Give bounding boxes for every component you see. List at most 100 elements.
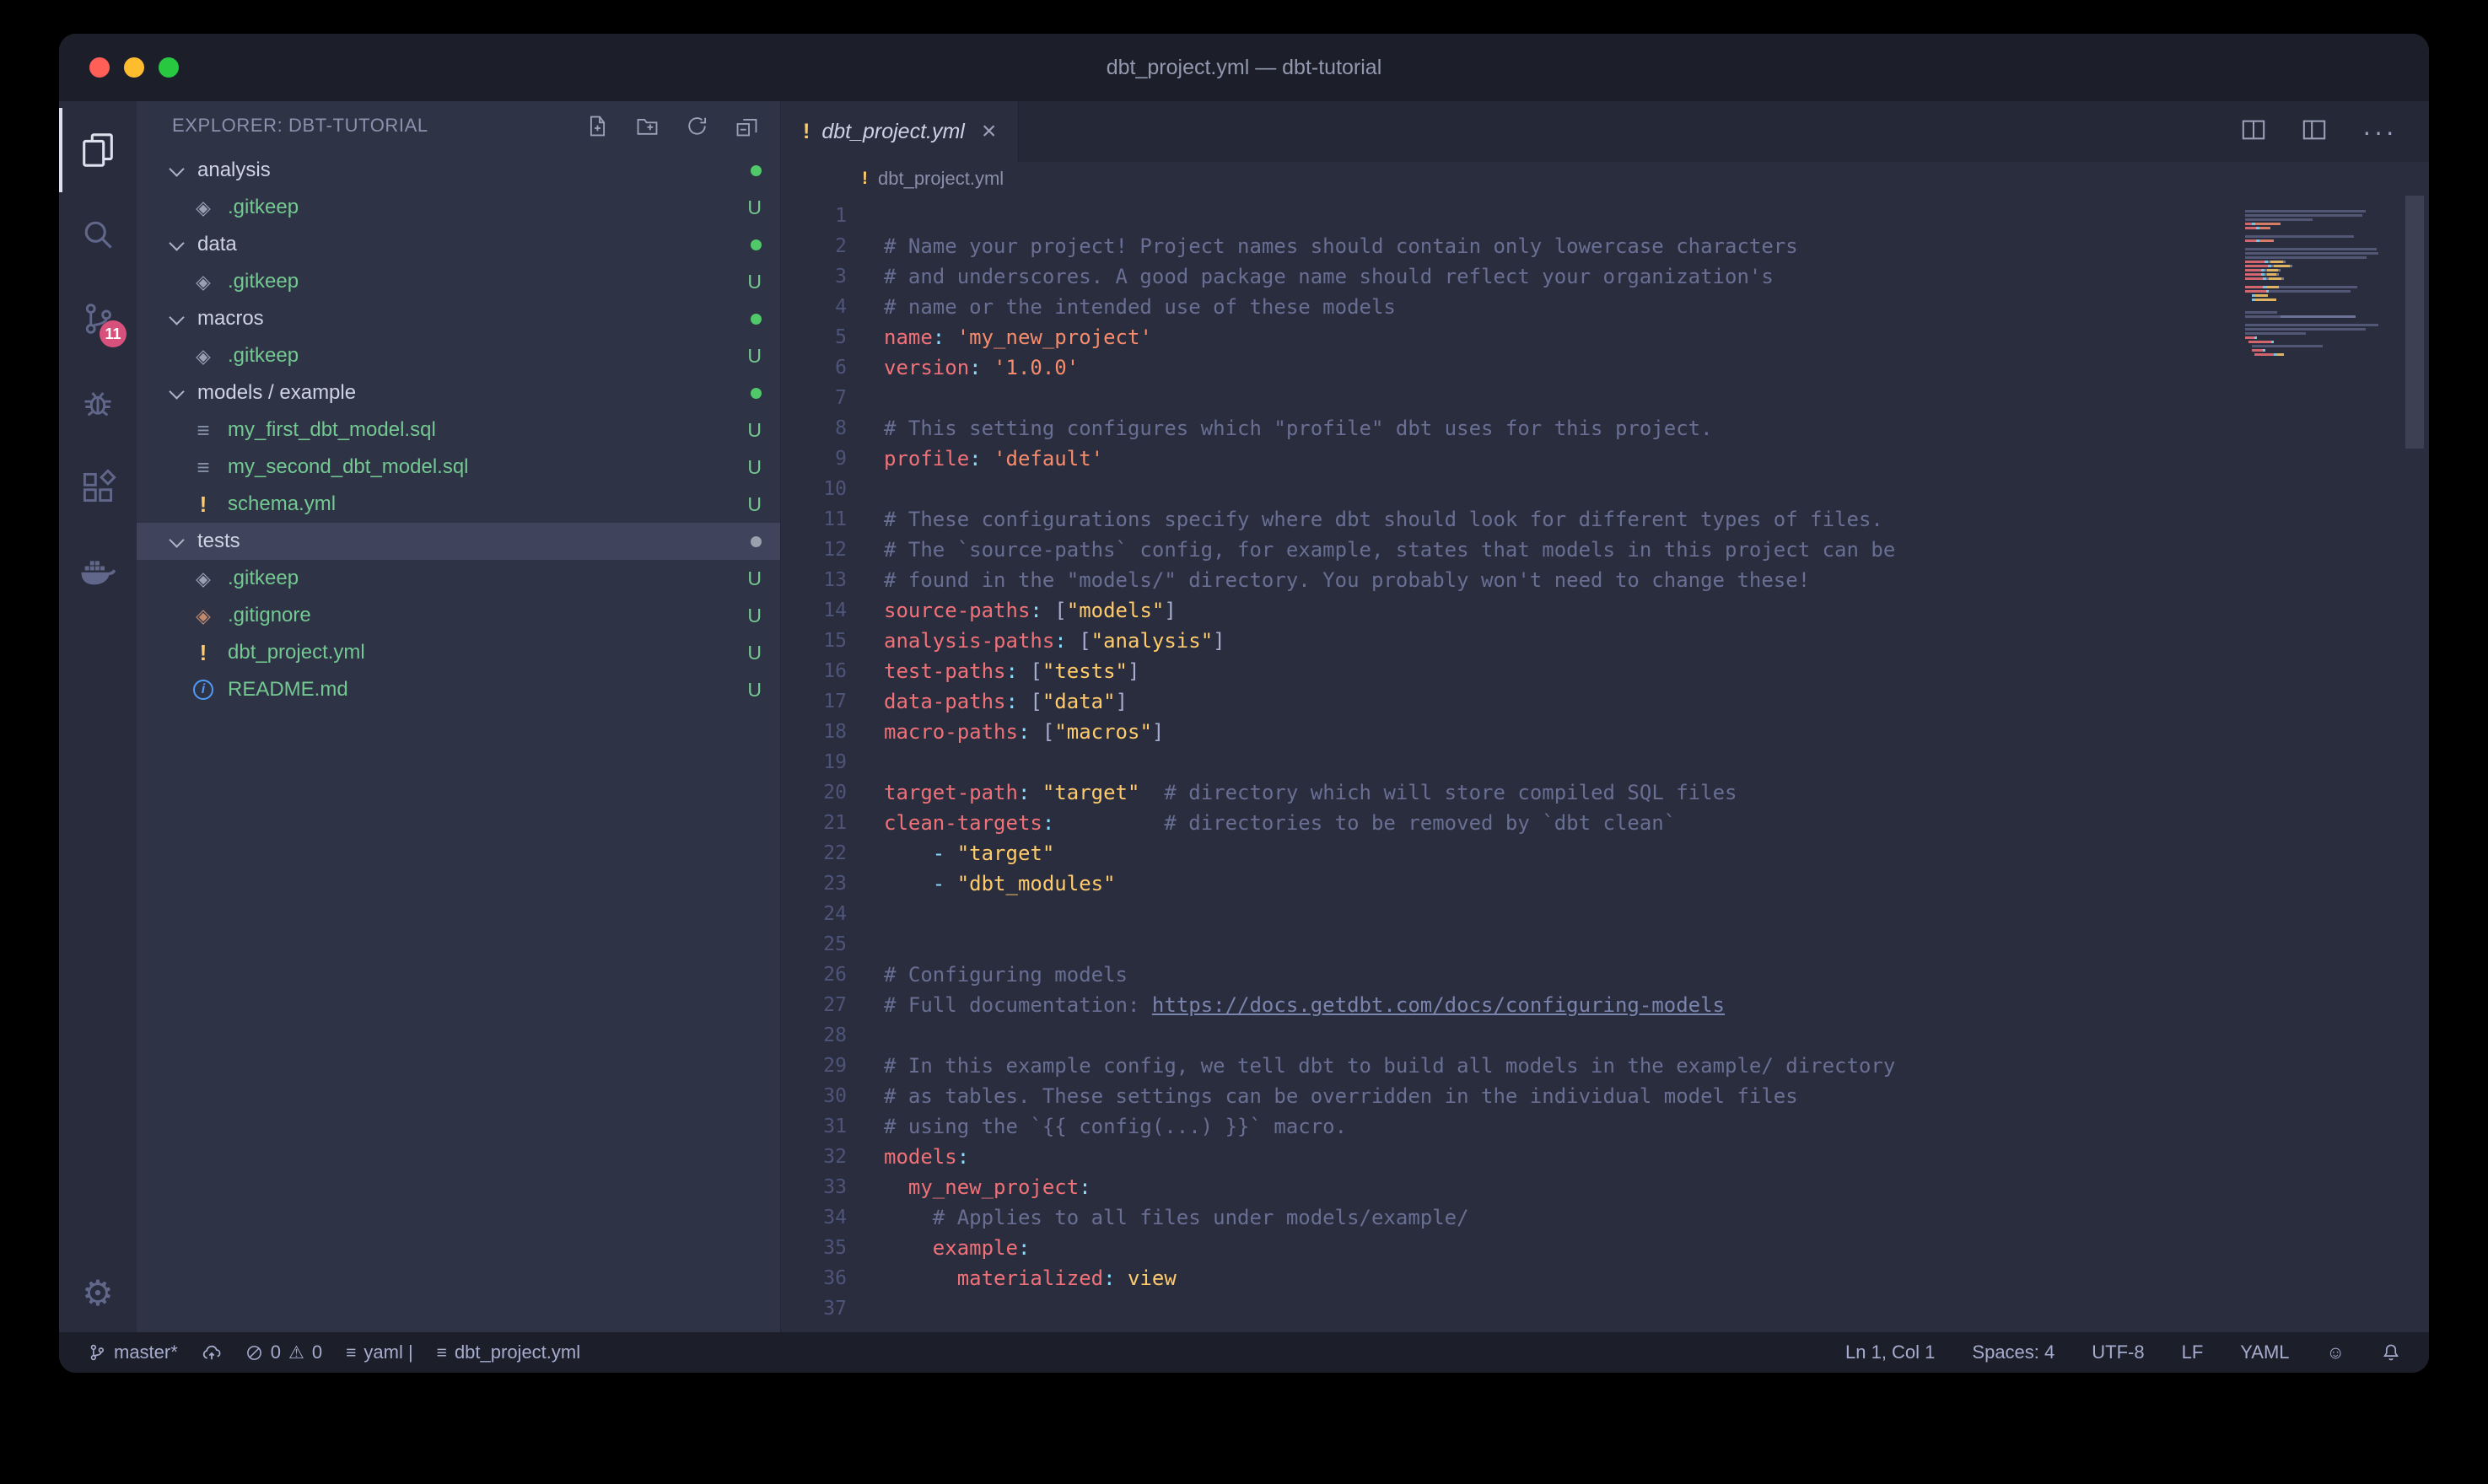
refresh-icon[interactable] [686,115,708,137]
more-actions-icon[interactable]: ··· [2362,126,2397,137]
yaml-schema-status[interactable]: ≡ yaml | [346,1342,413,1363]
tree-item-readme-md[interactable]: iREADME.mdU [137,671,780,708]
tab-dbt-project-yml[interactable]: ! dbt_project.yml × [781,101,1019,162]
cursor-position[interactable]: Ln 1, Col 1 [1845,1342,1935,1363]
close-tab-icon[interactable]: × [982,119,997,144]
notifications-bell-icon[interactable] [2382,1343,2400,1362]
tree-item--gitkeep[interactable]: ◈.gitkeepU [137,189,780,226]
code-line-22[interactable]: 22 - "target" [781,838,2429,868]
source-control-icon[interactable]: 11 [59,277,137,361]
code-line-27[interactable]: 27# Full documentation: https://docs.get… [781,990,2429,1020]
line-content: # Configuring models [884,960,1128,990]
tree-item-my-second-dbt-model-sql[interactable]: ≡my_second_dbt_model.sqlU [137,449,780,486]
line-content: analysis-paths: ["analysis"] [884,626,1225,656]
code-line-17[interactable]: 17data-paths: ["data"] [781,686,2429,717]
code-line-12[interactable]: 12# The `source-paths` config, for examp… [781,535,2429,565]
code-line-32[interactable]: 32models: [781,1142,2429,1172]
split-editor-icon[interactable] [2241,117,2266,147]
code-line-30[interactable]: 30# as tables. These settings can be ove… [781,1081,2429,1111]
line-content: # These configurations specify where dbt… [884,504,1883,535]
tree-item--gitkeep[interactable]: ◈.gitkeepU [137,263,780,300]
code-line-33[interactable]: 33 my_new_project: [781,1172,2429,1202]
code-line-1[interactable]: 1 [781,201,2429,231]
indentation-setting[interactable]: Spaces: 4 [1972,1342,2054,1363]
code-line-23[interactable]: 23 - "dbt_modules" [781,868,2429,899]
line-content: # Applies to all files under models/exam… [884,1202,1469,1233]
git-branch-status[interactable]: master* [88,1342,178,1363]
code-line-19[interactable]: 19 [781,747,2429,777]
new-file-icon[interactable] [586,115,609,137]
code-line-8[interactable]: 8# This setting configures which "profil… [781,413,2429,444]
line-content: # The `source-paths` config, for example… [884,535,1895,565]
eol-setting[interactable]: LF [2182,1342,2204,1363]
editor-layout-icon[interactable] [2302,117,2327,147]
code-line-15[interactable]: 15analysis-paths: ["analysis"] [781,626,2429,656]
tree-item-models-example[interactable]: models / example [137,374,780,411]
code-line-3[interactable]: 3# and underscores. A good package name … [781,261,2429,292]
close-window-button[interactable] [89,57,110,78]
code-line-16[interactable]: 16test-paths: ["tests"] [781,656,2429,686]
tree-item--gitkeep[interactable]: ◈.gitkeepU [137,337,780,374]
explorer-icon[interactable] [59,108,137,192]
code-line-9[interactable]: 9profile: 'default' [781,444,2429,474]
tree-item-tests[interactable]: tests [137,523,780,560]
code-editor[interactable]: 12# Name your project! Project names sho… [781,196,2429,1332]
code-line-7[interactable]: 7 [781,383,2429,413]
docker-icon[interactable] [59,530,137,614]
code-line-4[interactable]: 4# name or the intended use of these mod… [781,292,2429,322]
breadcrumb[interactable]: ! dbt_project.yml [781,162,2429,196]
code-line-37[interactable]: 37 [781,1293,2429,1324]
tree-item-data[interactable]: data [137,226,780,263]
feedback-smiley-icon[interactable]: ☺ [2327,1344,2345,1362]
tree-item--gitignore[interactable]: ◈.gitignoreU [137,597,780,634]
code-line-14[interactable]: 14source-paths: ["models"] [781,595,2429,626]
code-line-2[interactable]: 2# Name your project! Project names shou… [781,231,2429,261]
tree-item-schema-yml[interactable]: !schema.ymlU [137,486,780,523]
code-line-31[interactable]: 31# using the `{{ config(...) }}` macro. [781,1111,2429,1142]
language-mode[interactable]: YAML [2240,1342,2289,1363]
line-number: 37 [781,1293,884,1324]
tree-item-macros[interactable]: macros [137,300,780,337]
editor-group: ! dbt_project.yml × ··· [781,101,2429,1332]
code-line-21[interactable]: 21clean-targets: # directories to be rem… [781,808,2429,838]
encoding-setting[interactable]: UTF-8 [2092,1342,2144,1363]
code-line-5[interactable]: 5name: 'my_new_project' [781,322,2429,352]
code-line-25[interactable]: 25 [781,929,2429,960]
code-line-10[interactable]: 10 [781,474,2429,504]
sync-changes-icon[interactable] [202,1342,222,1363]
editor-scrollbar[interactable] [2405,196,2424,449]
code-line-11[interactable]: 11# These configurations specify where d… [781,504,2429,535]
code-line-35[interactable]: 35 example: [781,1233,2429,1263]
code-line-24[interactable]: 24 [781,899,2429,929]
new-folder-icon[interactable] [636,115,659,137]
code-line-26[interactable]: 26# Configuring models [781,960,2429,990]
code-line-29[interactable]: 29# In this example config, we tell dbt … [781,1051,2429,1081]
code-line-6[interactable]: 6version: '1.0.0' [781,352,2429,383]
collapse-folders-icon[interactable] [735,115,758,137]
code-line-13[interactable]: 13# found in the "models/" directory. Yo… [781,565,2429,595]
scm-changes-badge: 11 [100,320,127,347]
active-file-status[interactable]: ≡ dbt_project.yml [437,1342,580,1363]
line-content: # This setting configures which "profile… [884,413,1713,444]
tree-item-my-first-dbt-model-sql[interactable]: ≡my_first_dbt_model.sqlU [137,411,780,449]
tree-item--gitkeep[interactable]: ◈.gitkeepU [137,560,780,597]
minimap[interactable] [2245,206,2390,362]
code-line-36[interactable]: 36 materialized: view [781,1263,2429,1293]
minimize-window-button[interactable] [124,57,144,78]
tree-item-dbt-project-yml[interactable]: !dbt_project.ymlU [137,634,780,671]
problems-status[interactable]: 0 ⚠ 0 [245,1342,322,1363]
chevron-down-icon [165,381,189,405]
code-line-28[interactable]: 28 [781,1020,2429,1051]
run-debug-icon[interactable] [59,361,137,445]
extensions-icon[interactable] [59,445,137,530]
code-line-34[interactable]: 34 # Applies to all files under models/e… [781,1202,2429,1233]
tree-item-analysis[interactable]: analysis [137,152,780,189]
line-number: 30 [781,1081,884,1111]
line-content: - "dbt_modules" [884,868,1116,899]
code-line-18[interactable]: 18macro-paths: ["macros"] [781,717,2429,747]
zoom-window-button[interactable] [159,57,179,78]
line-content: version: '1.0.0' [884,352,1079,383]
search-icon[interactable] [59,192,137,277]
code-line-20[interactable]: 20target-path: "target" # directory whic… [781,777,2429,808]
settings-gear-icon[interactable]: ⚙ [59,1255,137,1332]
